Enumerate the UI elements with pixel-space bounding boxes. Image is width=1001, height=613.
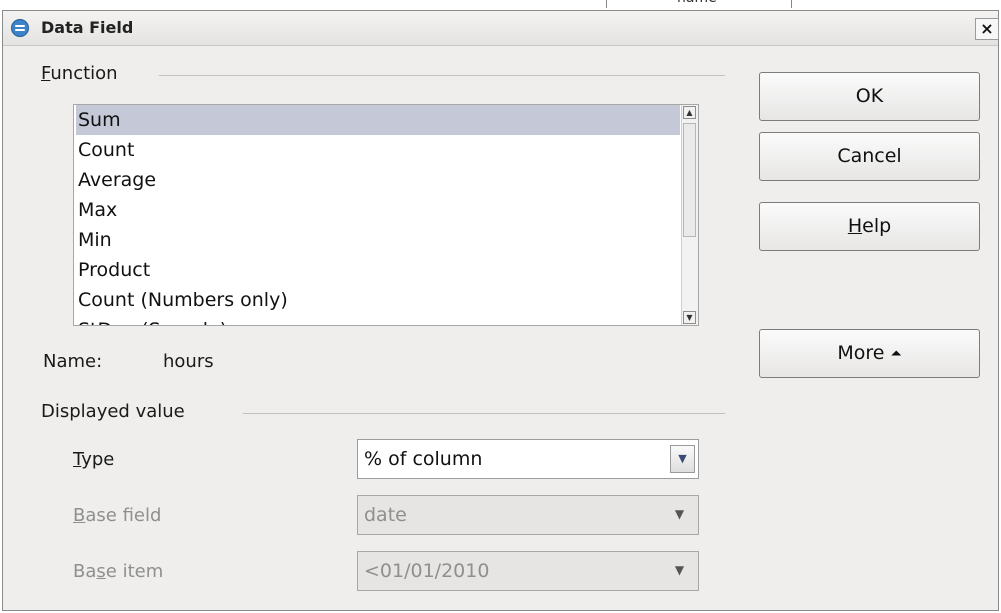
function-item-sum[interactable]: Sum — [76, 105, 680, 135]
close-button[interactable]: × — [975, 18, 999, 40]
scroll-up-arrow-icon[interactable]: ▲ — [683, 106, 696, 119]
background-column-text: name — [677, 0, 717, 6]
displayed-value-section-label: Displayed value — [41, 401, 185, 422]
chevron-down-icon[interactable]: ▼ — [670, 445, 695, 473]
name-value: hours — [163, 351, 214, 372]
title-bar[interactable]: Data Field × — [3, 11, 999, 46]
collapse-arrow-icon: ⏶ — [890, 346, 902, 362]
background-column-header: name — [606, 0, 792, 8]
base-field-dropdown-value: date — [364, 504, 407, 526]
name-label: Name: — [43, 351, 103, 372]
data-field-dialog: Data Field × Function Sum Count Average … — [2, 10, 999, 611]
function-item-max[interactable]: Max — [76, 195, 680, 225]
function-item-average[interactable]: Average — [76, 165, 680, 195]
function-item-product[interactable]: Product — [76, 255, 680, 285]
chevron-down-icon: ▼ — [674, 563, 685, 577]
base-field-label: Base field — [73, 505, 162, 526]
function-item-count[interactable]: Count — [76, 135, 680, 165]
more-button[interactable]: More ⏶ — [759, 329, 980, 378]
function-listbox[interactable]: Sum Count Average Max Min Product Count … — [73, 104, 699, 326]
ok-button[interactable]: OK — [759, 72, 980, 121]
help-button[interactable]: Help — [759, 202, 980, 251]
type-dropdown-value: % of column — [364, 448, 483, 470]
cancel-button[interactable]: Cancel — [759, 132, 980, 181]
scroll-down-arrow-icon[interactable]: ▼ — [683, 311, 696, 324]
function-scrollbar[interactable]: ▲ ▼ — [681, 105, 698, 325]
function-item-min[interactable]: Min — [76, 225, 680, 255]
function-section-label: Function — [41, 63, 118, 84]
function-list: Sum Count Average Max Min Product Count … — [76, 105, 680, 325]
background-window-strip: name — [0, 0, 1001, 10]
chevron-down-icon: ▼ — [674, 507, 685, 521]
base-item-dropdown[interactable]: <01/01/2010 ▼ — [357, 551, 699, 591]
app-logo-icon — [11, 19, 29, 37]
type-dropdown[interactable]: % of column ▼ — [357, 439, 699, 479]
base-item-label: Base item — [73, 561, 164, 582]
function-item-count-numbers[interactable]: Count (Numbers only) — [76, 285, 680, 315]
type-label: Type — [73, 449, 115, 470]
dialog-title: Data Field — [41, 18, 134, 37]
scroll-thumb[interactable] — [683, 123, 696, 237]
function-separator — [159, 75, 725, 76]
function-item-stdev-sample[interactable]: StDev (Sample) — [76, 315, 680, 325]
base-field-dropdown[interactable]: date ▼ — [357, 495, 699, 535]
displayed-value-separator — [243, 413, 725, 414]
base-item-dropdown-value: <01/01/2010 — [364, 560, 490, 582]
